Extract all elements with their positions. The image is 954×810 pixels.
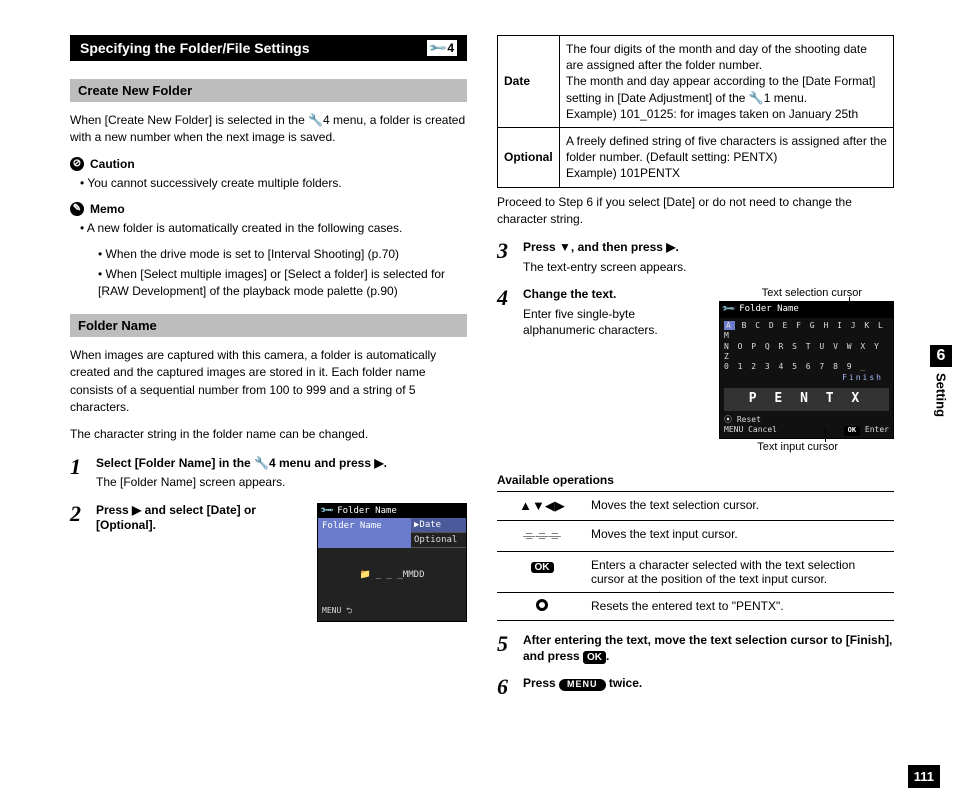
step-6: 6 Press MENU twice.	[497, 676, 894, 698]
lcd-text-entry: 🔧Folder Name A B C D E F G H I J K L M N…	[719, 301, 894, 439]
op-key-arrows: ▲▼◀▶	[497, 491, 587, 520]
memo-list: A new folder is automatically created in…	[70, 220, 467, 237]
wrench-icon: 🔧	[722, 302, 738, 318]
memo-intro: A new folder is automatically created in…	[80, 220, 467, 237]
para-folder-2: The character string in the folder name …	[70, 426, 467, 443]
available-operations-heading: Available operations	[497, 473, 894, 487]
memo-sub-1: When the drive mode is set to [Interval …	[98, 246, 467, 263]
op-val-2: Moves the text input cursor.	[587, 520, 894, 551]
step-1: 1 Select [Folder Name] in the 🔧4 menu an…	[70, 456, 467, 491]
step-5: 5 After entering the text, move the text…	[497, 633, 894, 664]
lcd-folder-name-select: 🔧Folder Name Folder Name ▶Date Optional …	[317, 503, 467, 622]
green-button-icon	[536, 599, 548, 611]
step-6-text: Press MENU twice.	[523, 676, 894, 692]
memo-icon: ✎	[70, 202, 84, 216]
cell-date-head: Date	[498, 36, 560, 128]
section-title-text: Specifying the Folder/File Settings	[80, 40, 309, 56]
step-3: 3 Press ▼, and then press ▶. The text-en…	[497, 240, 894, 275]
cell-optional-body: A freely defined string of five characte…	[560, 127, 894, 187]
step-1-sub: The [Folder Name] screen appears.	[96, 474, 467, 490]
caution-list: You cannot successively create multiple …	[70, 175, 467, 192]
step-2-text: Press ▶ and select [Date] or [Optional].	[96, 503, 307, 534]
chapter-number: 6	[930, 345, 952, 367]
cell-date-body: The four digits of the month and day of …	[560, 36, 894, 128]
label-text-selection-cursor: Text selection cursor	[719, 287, 894, 299]
folder-mode-table: Date The four digits of the month and da…	[497, 35, 894, 188]
memo-heading: ✎ Memo	[70, 202, 467, 216]
caution-icon: ⊘	[70, 157, 84, 171]
para-create-intro: When [Create New Folder] is selected in …	[70, 112, 467, 147]
subhead-create-new-folder: Create New Folder	[70, 79, 467, 102]
chapter-tab: 6 Setting	[928, 345, 954, 417]
step-3-text: Press ▼, and then press ▶.	[523, 240, 894, 256]
step-3-sub: The text-entry screen appears.	[523, 259, 894, 275]
op-val-3: Enters a character selected with the tex…	[587, 551, 894, 592]
chapter-name: Setting	[934, 373, 949, 417]
op-val-1: Moves the text selection cursor.	[587, 491, 894, 520]
wrench-icon: 🔧	[320, 503, 335, 518]
step-2: 2 Press ▶ and select [Date] or [Optional…	[70, 503, 467, 622]
menu-ref-tag: 🔧4	[427, 40, 457, 56]
memo-sublist: When the drive mode is set to [Interval …	[70, 246, 467, 299]
caution-heading: ⊘ Caution	[70, 157, 467, 171]
op-key-green	[497, 592, 587, 620]
caution-item: You cannot successively create multiple …	[80, 175, 467, 192]
op-val-4: Resets the entered text to "PENTX".	[587, 592, 894, 620]
step-1-text: Select [Folder Name] in the 🔧4 menu and …	[96, 456, 467, 472]
operations-table: ▲▼◀▶Moves the text selection cursor. ⌯⌯⌯…	[497, 491, 894, 621]
step-4: 4 Change the text. Enter five single-byt…	[497, 287, 894, 453]
step-5-text: After entering the text, move the text s…	[523, 633, 894, 664]
section-heading: Specifying the Folder/File Settings 🔧4	[70, 35, 467, 61]
after-table-note: Proceed to Step 6 if you select [Date] o…	[497, 194, 894, 229]
step-4-sub: Enter five single-byte alphanumeric char…	[523, 306, 709, 338]
op-key-ok: OK	[497, 551, 587, 592]
para-folder-1: When images are captured with this camer…	[70, 347, 467, 417]
memo-sub-2: When [Select multiple images] or [Select…	[98, 266, 467, 300]
step-4-text: Change the text.	[523, 287, 709, 303]
cell-optional-head: Optional	[498, 127, 560, 187]
subhead-folder-name: Folder Name	[70, 314, 467, 337]
op-key-dial: ⌯⌯⌯	[497, 520, 587, 551]
page-number: 111	[908, 765, 940, 788]
label-text-input-cursor: Text input cursor	[719, 441, 894, 453]
